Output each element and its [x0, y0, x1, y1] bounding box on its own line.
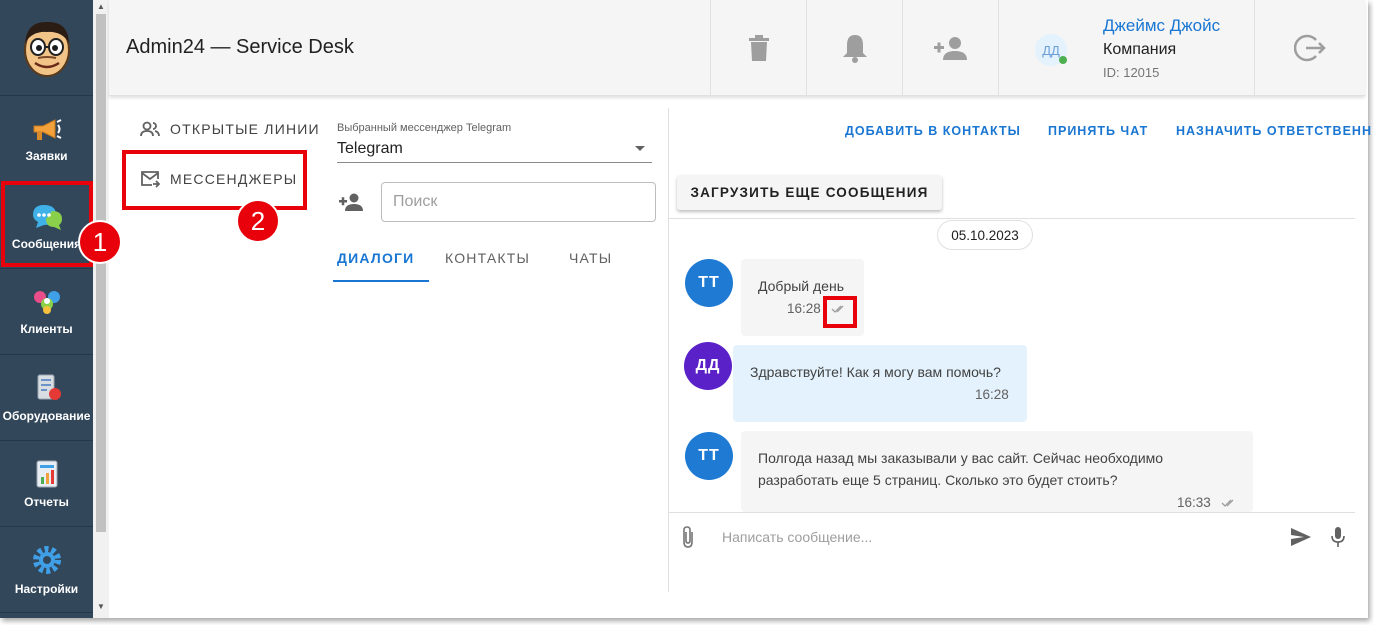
sender-avatar: ТТ	[685, 432, 733, 480]
microphone-icon	[1331, 527, 1345, 547]
select-underline	[337, 162, 652, 163]
search-field[interactable]	[381, 182, 656, 222]
message-time: 16:28	[787, 301, 821, 316]
top-header: Admin24 — Service Desk ДД Джеймс Джойс К…	[109, 0, 1365, 96]
scroll-up-arrow-icon[interactable]: ▲	[93, 0, 109, 14]
message-input[interactable]	[712, 520, 1272, 554]
equipment-icon	[37, 374, 61, 400]
send-icon	[1291, 528, 1311, 546]
delete-button[interactable]	[710, 0, 806, 96]
reports-icon	[36, 460, 57, 487]
assign-responsible-button[interactable]: НАЗНАЧИТЬ ОТВЕТСТВЕНН	[1176, 124, 1372, 138]
load-more-messages-button[interactable]: ЗАГРУЗИТЬ ЕЩЕ СООБЩЕНИЯ	[677, 175, 942, 210]
sender-avatar: ТТ	[685, 259, 733, 307]
paperclip-icon	[683, 526, 693, 548]
annotation-highlight-messages	[1, 181, 93, 267]
nav-item-label: Клиенты	[20, 321, 73, 336]
tab-contacts[interactable]: КОНТАКТЫ	[445, 250, 530, 266]
gear-icon	[32, 545, 61, 574]
message-composer[interactable]	[712, 520, 1272, 554]
caret-down-icon[interactable]	[635, 146, 645, 151]
open-lines-item[interactable]: ОТКРЫТЫЕ ЛИНИИ	[140, 121, 320, 137]
bell-icon	[842, 35, 867, 63]
double-check-icon	[1221, 499, 1234, 507]
annotation-badge-1: 1	[78, 220, 122, 264]
annotation-highlight-messengers	[122, 150, 307, 210]
app-logo[interactable]	[0, 0, 93, 96]
annotation-badge-2: 2	[236, 199, 280, 243]
user-name[interactable]: Джеймс Джойс	[1103, 16, 1220, 36]
logout-icon	[1294, 34, 1326, 62]
message-time: 16:33	[1177, 495, 1211, 510]
megaphone-icon	[33, 118, 61, 140]
nav-item-label: Отчеты	[24, 494, 69, 509]
message-bubble-own: Здравствуйте! Как я могу вам помочь? 16:…	[733, 345, 1027, 422]
user-id: ID: 12015	[1103, 65, 1160, 80]
nav-item-label: Настройки	[14, 581, 79, 596]
annotation-highlight-read-status	[823, 296, 857, 328]
search-input[interactable]	[382, 183, 655, 221]
add-to-contacts-button[interactable]: ДОБАВИТЬ В КОНТАКТЫ	[845, 124, 1021, 138]
user-avatar[interactable]: ДД	[1035, 34, 1067, 66]
nav-item-tickets[interactable]: Заявки	[0, 97, 93, 183]
message-bubble: Полгода назад мы заказывали у вас сайт. …	[741, 431, 1253, 512]
trash-icon	[748, 35, 769, 61]
accept-chat-button[interactable]: ПРИНЯТЬ ЧАТ	[1048, 124, 1148, 138]
user-profile[interactable]: ДД Джеймс Джойс Компания ID: 12015	[998, 0, 1254, 96]
nav-item-settings[interactable]: Настройки	[0, 527, 93, 613]
message-text: Полгода назад мы заказывали у вас сайт. …	[758, 450, 1164, 488]
messenger-select[interactable]: Telegram	[337, 140, 403, 158]
user-company: Компания	[1103, 41, 1177, 58]
online-status-dot	[1059, 56, 1067, 64]
people-icon	[140, 121, 160, 137]
tab-chats[interactable]: ЧАТЫ	[569, 250, 612, 266]
tab-dialogs[interactable]: ДИАЛОГИ	[337, 250, 414, 266]
operator-avatar: ДД	[684, 342, 732, 390]
open-lines-label: ОТКРЫТЫЕ ЛИНИИ	[170, 121, 320, 137]
app-title: Admin24 — Service Desk	[126, 36, 354, 58]
add-person-icon	[339, 193, 363, 211]
voice-button[interactable]	[1331, 526, 1345, 553]
user-initials: ДД	[1042, 42, 1060, 58]
composer-divider	[669, 512, 1355, 513]
add-contact-button[interactable]	[339, 193, 363, 216]
sidebar-nav: Заявки Сообщения Клиенты Оборудование От…	[0, 0, 93, 618]
add-person-icon	[933, 37, 967, 60]
nav-item-reports[interactable]: Отчеты	[0, 441, 93, 527]
attach-button[interactable]	[681, 525, 695, 554]
nav-item-label: Оборудование	[2, 408, 91, 423]
send-button[interactable]	[1290, 527, 1312, 552]
date-chip: 05.10.2023	[937, 220, 1033, 250]
column-divider	[668, 108, 669, 592]
active-tab-indicator	[333, 280, 429, 282]
message-text: Здравствуйте! Как я могу вам помочь?	[750, 364, 1001, 380]
scroll-thumb[interactable]	[96, 14, 106, 532]
nav-item-equipment[interactable]: Оборудование	[0, 355, 93, 441]
logout-button[interactable]	[1254, 0, 1365, 96]
chat-divider	[669, 218, 1355, 219]
messenger-select-label: Выбранный мессенджер Telegram	[337, 122, 512, 134]
scroll-down-arrow-icon[interactable]: ▼	[93, 600, 109, 614]
avatar-logo-icon	[23, 21, 70, 77]
vertical-scrollbar[interactable]: ▲ ▼	[93, 0, 109, 618]
notifications-button[interactable]	[806, 0, 902, 96]
nav-item-label: Заявки	[25, 148, 68, 163]
message-text: Добрый день	[758, 278, 844, 294]
clients-icon	[33, 290, 60, 314]
nav-item-clients[interactable]: Клиенты	[0, 269, 93, 355]
app-window: Заявки Сообщения Клиенты Оборудование От…	[0, 0, 1371, 618]
message-time: 16:28	[975, 387, 1009, 402]
add-user-button[interactable]	[902, 0, 998, 96]
